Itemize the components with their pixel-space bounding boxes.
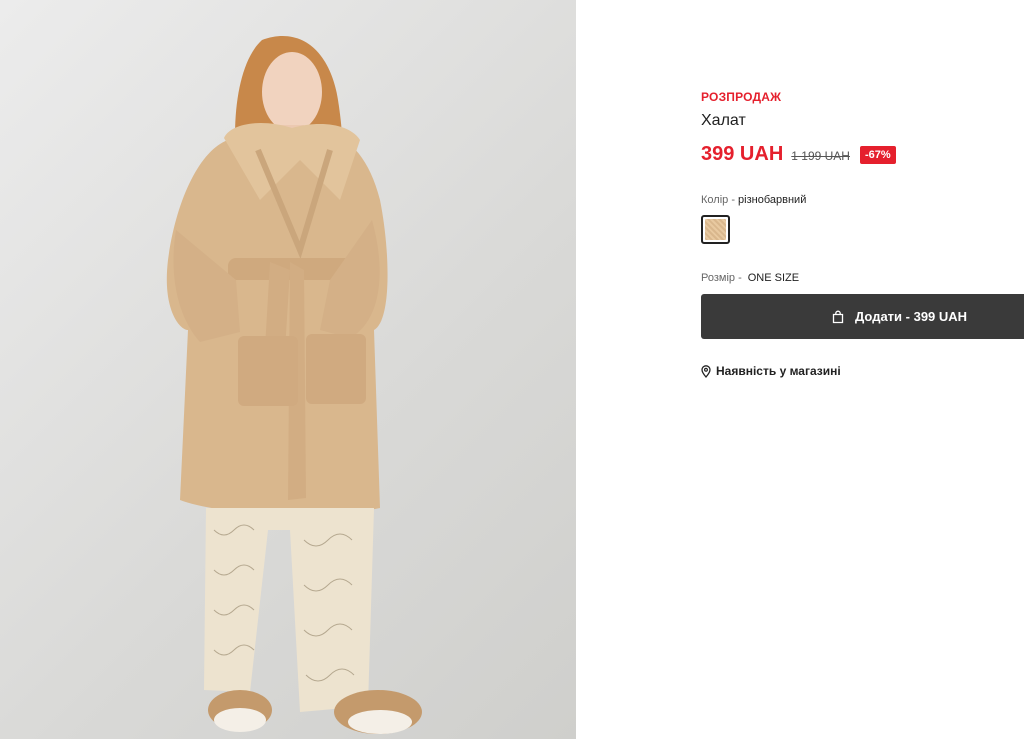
current-price: 399 UAH [701,142,784,165]
store-availability-label: Наявність у магазині [716,364,841,378]
color-swatch-fill [705,219,726,240]
size-row: Розмір - ONE SIZE [701,272,799,284]
store-availability-link[interactable]: Наявність у магазині [701,364,841,378]
color-label-text: Колір [701,194,729,206]
color-label: Колір - різнобарвний [701,194,806,206]
add-to-cart-label: Додати - 399 UAH [855,309,968,324]
color-swatch-selected[interactable] [701,215,730,244]
size-value[interactable]: ONE SIZE [748,272,799,284]
size-label: Розмір - [701,272,742,284]
discount-badge: -67% [859,146,896,164]
color-label-sep: - [728,194,739,206]
product-image[interactable] [0,0,576,739]
old-price: 1 199 UAH [791,149,850,163]
shopping-bag-icon [832,310,844,323]
price-row: 399 UAH 1 199 UAH -67% [701,142,896,166]
sale-label: РОЗПРОДАЖ [701,90,782,104]
product-title: Халат [701,112,746,129]
add-to-cart-button[interactable]: Додати - 399 UAH [701,294,1024,339]
product-photo-illustration [166,36,422,734]
location-pin-icon [701,364,711,378]
color-value: різнобарвний [738,194,807,206]
